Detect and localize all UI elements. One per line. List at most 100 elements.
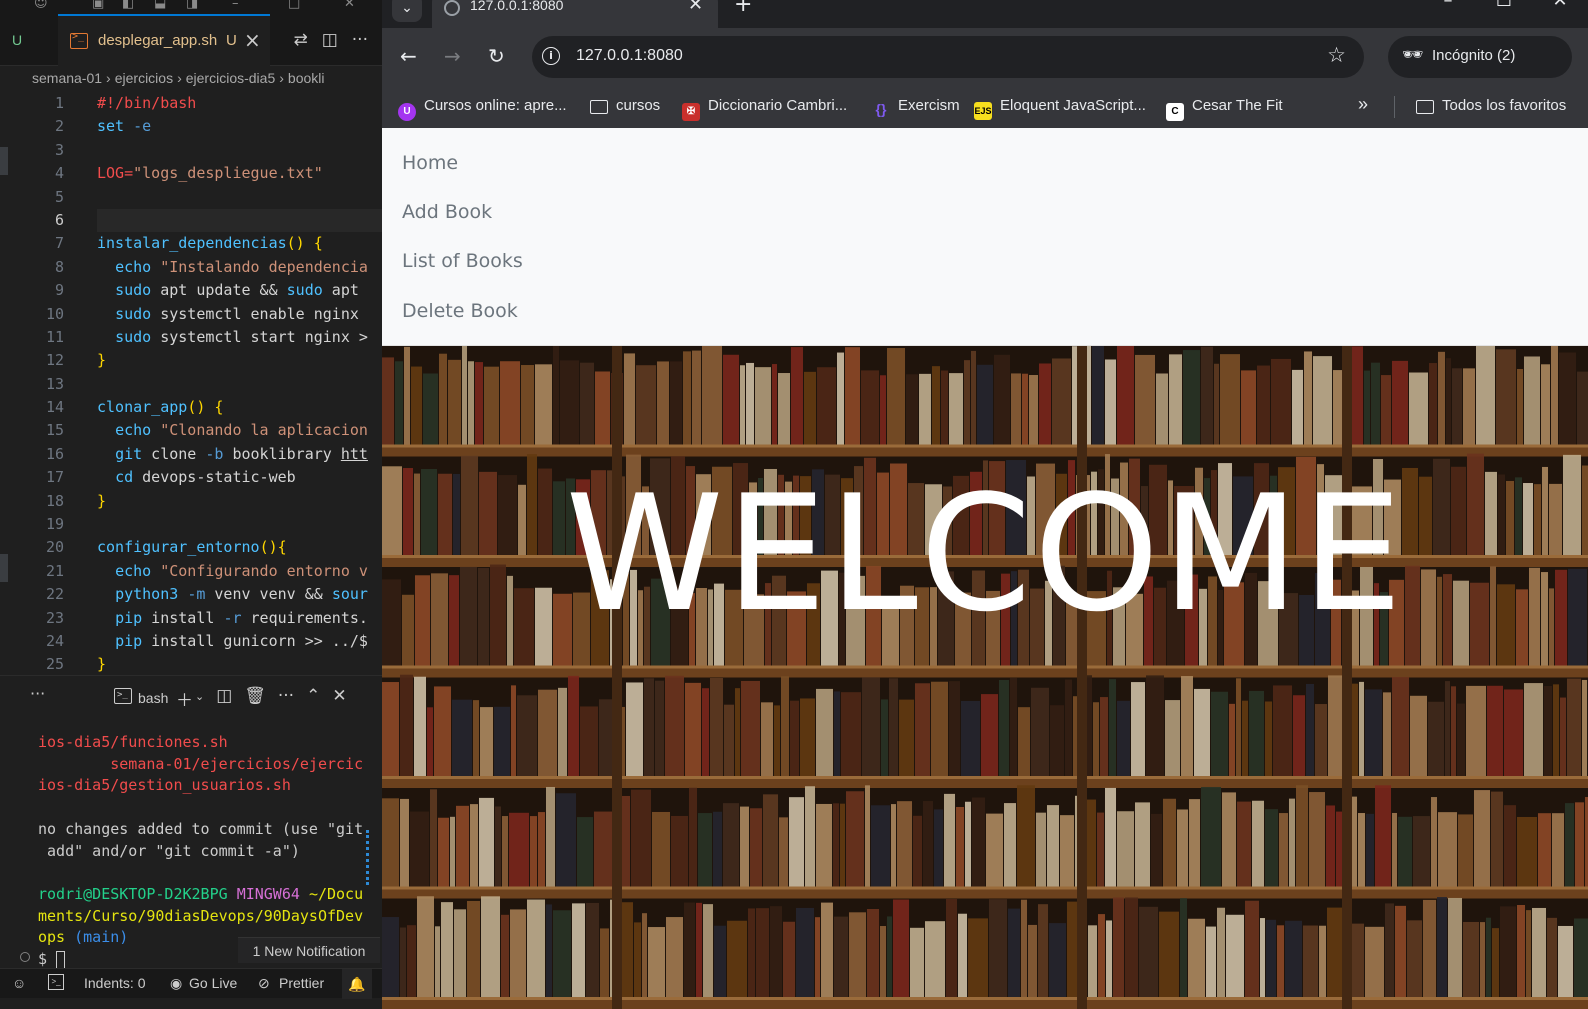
minimize-icon[interactable]: –	[232, 0, 239, 11]
bookmark-item[interactable]: ✠ Diccionario Cambri...	[682, 94, 847, 121]
code-line: 22 python3 -m venv venv && sour	[0, 583, 382, 606]
bookmark-label: Cursos online: apre...	[424, 97, 567, 114]
incognito-label: Incógnito (2)	[1432, 47, 1516, 64]
address-bar[interactable]: i 127.0.0.1:8080 ☆	[532, 36, 1364, 78]
reload-icon[interactable]: ↻	[488, 44, 505, 68]
go-live-button[interactable]: Go Live	[189, 975, 237, 991]
prev-tab-status[interactable]: U	[12, 32, 22, 48]
code-token: systemctl enable nginx	[151, 304, 359, 323]
browser-menu-icon[interactable]: ⋮	[1580, 44, 1588, 65]
terminal-status-icon[interactable]: >_	[48, 974, 64, 990]
breadcrumb-item[interactable]: ejercicios-dia5	[186, 70, 275, 86]
close-window-icon[interactable]: ✕	[1532, 0, 1588, 11]
editor-tab-desplegar-app[interactable]: desplegar_app.sh U ×	[58, 14, 270, 66]
site-info-icon[interactable]: i	[542, 47, 560, 65]
maximize-panel-icon[interactable]: ⌃	[306, 686, 320, 711]
incognito-button[interactable]: 🕶 Incógnito (2)	[1388, 36, 1572, 78]
terminal-name[interactable]: bash	[138, 690, 168, 706]
hero-title: WELCOME	[565, 460, 1405, 647]
compare-changes-icon[interactable]: ⇄	[293, 30, 307, 50]
line-number: 4	[54, 164, 64, 183]
prompt-path: ops	[38, 928, 66, 947]
code-token: sudo	[115, 304, 152, 323]
secondary-sidebar-icon[interactable]: ◨	[186, 0, 198, 11]
terminal-line: ios-dia5/gestion_usuarios.sh	[38, 776, 291, 795]
notification-bell-icon[interactable]: 🔔	[342, 969, 372, 999]
line-number: 22	[45, 585, 64, 604]
split-terminal-icon[interactable]: ◫	[216, 686, 232, 711]
code-line: 9 sudo apt update && sudo apt	[0, 279, 382, 302]
line-number: 16	[45, 444, 64, 463]
bookmark-item[interactable]: EJS Eloquent JavaScript...	[974, 94, 1146, 120]
terminal-icon: >_	[114, 688, 132, 704]
chrome-window: ⌄ 127.0.0.1:8080 ✕ + – ☐ ✕ ← → ↻ i 127.0…	[382, 0, 1588, 1009]
prompt-env: MINGW64	[236, 884, 300, 903]
bookmark-item[interactable]: {} Exercism	[872, 94, 960, 118]
layout-icon[interactable]: ▣	[92, 0, 104, 11]
notification-toast[interactable]: 1 New Notification	[238, 937, 380, 963]
line-number: 15	[45, 421, 64, 440]
panel-more-icon[interactable]: ···	[30, 684, 45, 703]
code-token: -e	[133, 117, 152, 136]
all-bookmarks-folder[interactable]: Todos los favoritos	[1416, 94, 1566, 118]
bookmark-label: cursos	[616, 97, 661, 114]
nav-add-book[interactable]: Add Book	[402, 201, 492, 223]
indentation-status[interactable]: Indents: 0	[84, 975, 146, 991]
line-number: 1	[54, 94, 64, 112]
code-token: cd	[115, 468, 134, 487]
panel-more-actions-icon[interactable]: ···	[278, 686, 294, 711]
trash-icon[interactable]: 🗑	[244, 686, 266, 711]
close-window-icon[interactable]: ✕	[344, 0, 355, 11]
breadcrumb-item[interactable]: semana-01	[32, 70, 102, 86]
code-token: echo	[115, 561, 152, 580]
new-terminal-icon[interactable]: ＋	[176, 686, 193, 711]
browser-tab[interactable]: 127.0.0.1:8080 ✕	[432, 0, 718, 28]
accounts-icon[interactable]: ☺	[12, 975, 26, 991]
prompt-user: rodri@DESKTOP-D2K2BPG	[38, 884, 228, 903]
maximize-icon[interactable]: □	[288, 0, 300, 11]
split-editor-icon[interactable]: ◫	[322, 30, 338, 50]
chevron-down-icon[interactable]: ⌄	[195, 690, 204, 711]
code-token: -b	[205, 444, 224, 463]
bookmark-label: Cesar The Fit	[1192, 97, 1283, 114]
prettier-button[interactable]: Prettier	[279, 975, 324, 991]
more-bookmarks-icon[interactable]: »	[1358, 94, 1368, 115]
code-token: instalar_dependencias	[97, 234, 287, 253]
code-editor[interactable]: 1 #!/bin/bash 2 set -e 3 4 LOG="logs_despli…	[0, 92, 382, 677]
nav-list-of-books[interactable]: List of Books	[402, 250, 523, 272]
tab-close-icon[interactable]: ×	[244, 28, 261, 52]
back-icon[interactable]: ←	[400, 44, 417, 68]
breadcrumb-item[interactable]: ejercicios	[115, 70, 173, 86]
status-bar: ☺ >_ Indents: 0 ◉ Go Live ⊘ Prettier 🔔	[0, 968, 382, 999]
code-token: "logs_despliegue.txt"	[133, 164, 323, 183]
new-tab-icon[interactable]: +	[734, 0, 752, 17]
sidebar-toggle-icon[interactable]: ◧	[122, 0, 134, 11]
code-token: }	[97, 655, 107, 674]
forward-icon[interactable]: →	[444, 44, 461, 68]
bookmark-star-icon[interactable]: ☆	[1327, 43, 1346, 67]
panel-divider[interactable]	[0, 675, 382, 676]
code-token: "Configurando entorno v	[160, 561, 368, 580]
code-link[interactable]: htt	[341, 445, 368, 463]
maximize-icon[interactable]: ☐	[1476, 0, 1532, 11]
close-tab-icon[interactable]: ✕	[688, 0, 703, 15]
code-token: echo	[115, 421, 152, 440]
copilot-icon[interactable]: ☺	[34, 0, 48, 11]
bookmark-item[interactable]: U Cursos online: apre...	[398, 94, 567, 121]
code-token: booklibrary	[223, 444, 341, 463]
more-actions-icon[interactable]: ···	[352, 30, 368, 50]
breadcrumb-item[interactable]: bookli	[288, 70, 325, 86]
url-text[interactable]: 127.0.0.1:8080	[576, 47, 683, 65]
command-decoration-icon[interactable]	[20, 952, 30, 962]
code-token: -r	[223, 608, 242, 627]
nav-delete-book[interactable]: Delete Book	[402, 300, 518, 322]
nav-home[interactable]: Home	[402, 152, 458, 174]
bookmark-folder[interactable]: cursos	[590, 94, 660, 118]
close-panel-icon[interactable]: ✕	[332, 686, 346, 711]
bookmark-item[interactable]: C Cesar The Fit	[1166, 94, 1283, 121]
tab-search-icon[interactable]: ⌄	[392, 0, 422, 22]
code-token: python3	[115, 585, 179, 604]
terminal-output[interactable]: ios-dia5/funciones.sh semana-01/ejercici…	[38, 732, 363, 971]
minimize-icon[interactable]: –	[1420, 0, 1476, 11]
panel-toggle-icon[interactable]: ⬓	[154, 0, 166, 11]
